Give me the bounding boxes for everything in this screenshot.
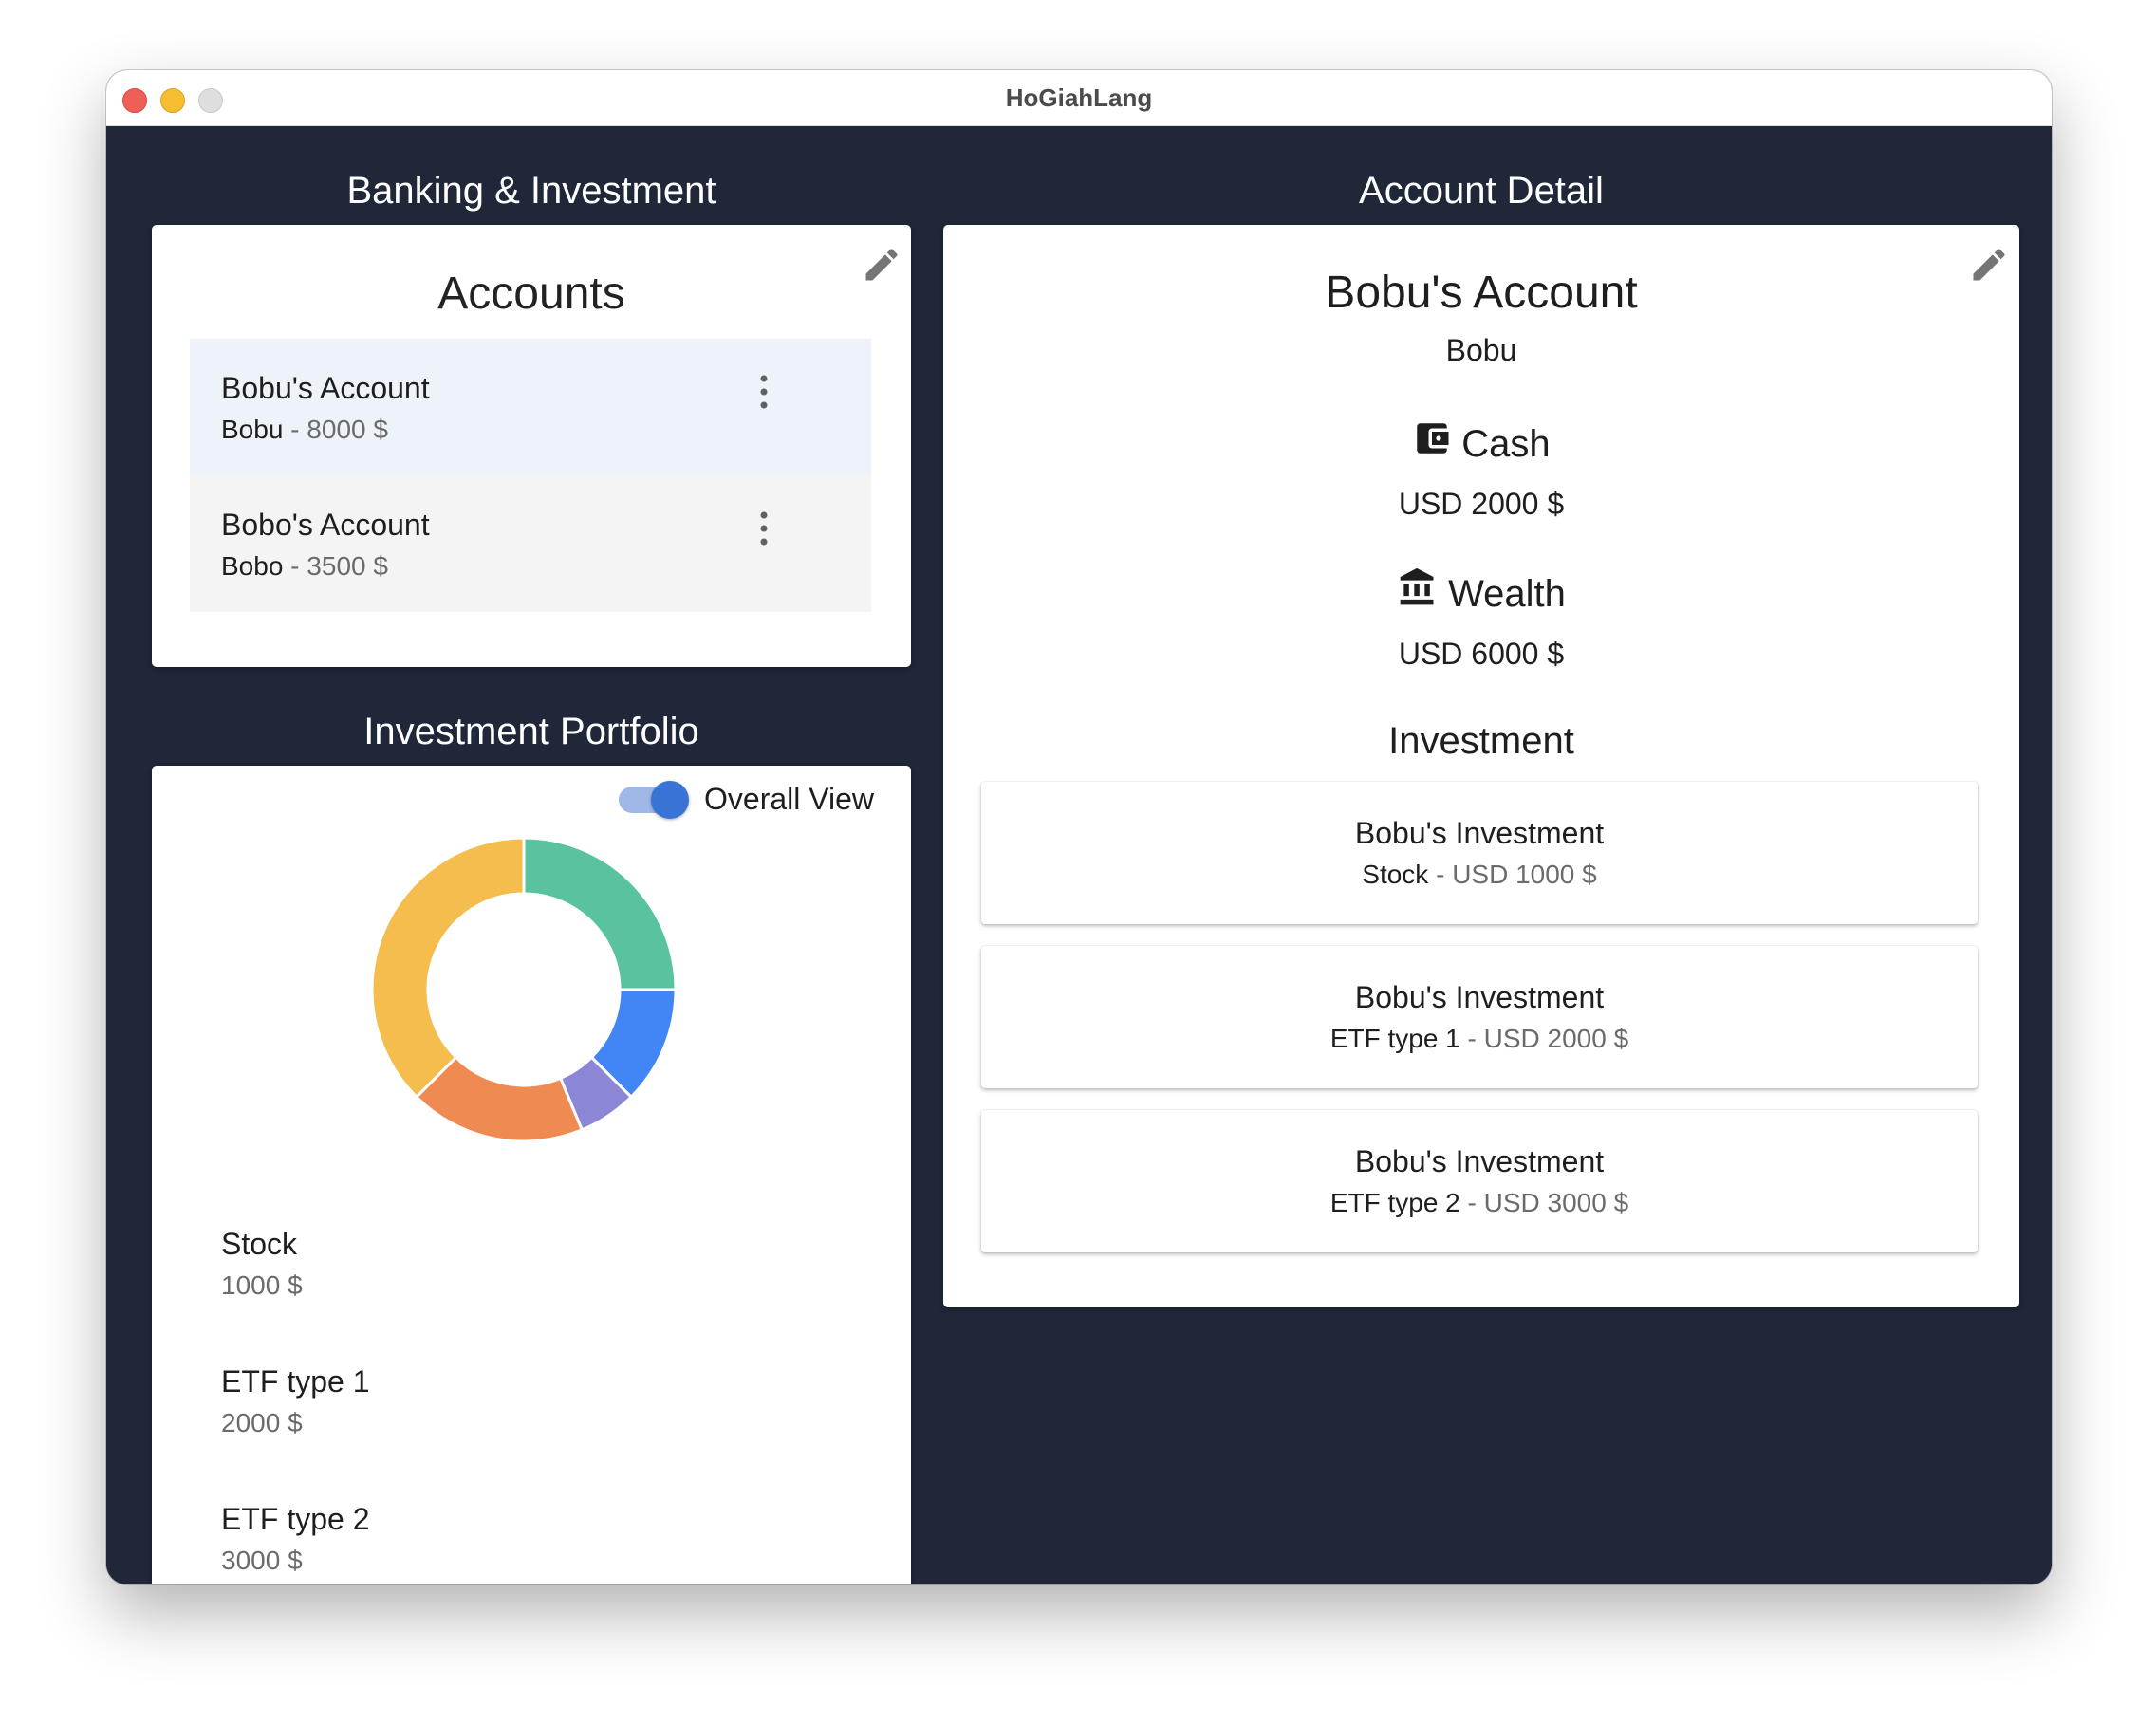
account-detail-section-title: Account Detail [1359,170,1604,212]
account-summary: Bobo - 3500 $ [221,551,388,582]
legend-item-value: 2000 $ [221,1408,303,1437]
account-list-item[interactable]: Bobu's Account Bobu - 8000 $ [190,339,871,475]
wealth-value: USD 6000 $ [1398,637,1565,671]
account-detail-card: Bobu's Account Bobu Cash USD 2000 $ Weal… [943,225,2019,1307]
investment-separator: - [1428,860,1453,889]
overall-view-label: Overall View [704,782,875,816]
more-vertical-icon[interactable] [750,373,778,411]
accounts-heading: Accounts [437,269,625,319]
more-vertical-icon[interactable] [750,509,778,547]
account-separator: - [283,551,307,581]
wealth-heading: Wealth [943,566,2019,616]
legend-item-name: ETF type 1 [221,1364,370,1399]
investment-separator: - [1459,1188,1484,1217]
cash-value: USD 2000 $ [1398,487,1565,521]
wealth-label: Wealth [1448,573,1566,615]
cash-heading: Cash [943,418,2019,466]
donut-slice[interactable] [522,836,678,991]
overall-view-toggle-thumb[interactable] [651,781,689,819]
account-owner: Bobu [221,415,284,444]
legend-item-value: 3000 $ [221,1546,303,1575]
account-list-item[interactable]: Bobo's Account Bobo - 3500 $ [190,475,871,612]
wallet-icon [1417,423,1449,454]
investment-summary: Stock - USD 1000 $ [981,860,1978,890]
accounts-card: Accounts Bobu's Account Bobu - 8000 $ Bo… [152,225,911,667]
investment-separator: - [1459,1024,1484,1053]
investment-amount: USD 2000 $ [1483,1024,1629,1053]
investment-amount: USD 1000 $ [1452,860,1597,889]
account-separator: - [283,415,307,444]
edit-accounts-pencil-icon[interactable] [861,244,902,286]
app-window: HoGiahLang Banking & Investment Accounts… [106,70,2052,1584]
portfolio-section-title: Investment Portfolio [363,711,699,752]
bank-icon [1400,567,1434,605]
investment-card[interactable]: Bobu's Investment ETF type 1 - USD 2000 … [981,946,1978,1088]
account-amount: 3500 $ [307,551,388,581]
investment-title: Bobu's Investment [1354,1144,1605,1178]
portfolio-donut-chart [370,836,678,1143]
account-name: Bobo's Account [221,508,430,542]
account-summary: Bobu - 8000 $ [221,415,388,445]
investment-amount: USD 3000 $ [1483,1188,1629,1217]
legend-item-name: Stock [221,1227,298,1261]
detail-account-name: Bobu's Account [1325,268,1638,318]
investment-title: Bobu's Investment [1354,816,1605,850]
window-title: HoGiahLang [1005,83,1153,112]
portfolio-card: Overall View Stock 1000 $ ETF type 1 200… [152,766,911,1584]
investment-card[interactable]: Bobu's Investment Stock - USD 1000 $ [981,782,1978,924]
app-content: Banking & Investment Accounts Bobu's Acc… [106,126,2052,1584]
account-amount: 8000 $ [307,415,388,444]
title-bar: HoGiahLang [106,70,2052,126]
cash-label: Cash [1461,423,1551,465]
account-name: Bobu's Account [221,371,430,405]
donut-slice[interactable] [370,836,526,1100]
legend-item-value: 1000 $ [221,1270,303,1300]
investment-type: ETF type 1 [1329,1024,1460,1053]
banking-section-title: Banking & Investment [346,170,716,212]
investment-type: ETF type 2 [1329,1188,1460,1217]
investment-heading: Investment [1388,720,1574,762]
investment-type: Stock [1362,860,1429,889]
account-owner: Bobo [221,551,284,581]
investment-title: Bobu's Investment [1354,980,1605,1014]
detail-account-owner: Bobu [1445,333,1517,367]
legend-item-name: ETF type 2 [221,1502,370,1536]
investment-summary: ETF type 1 - USD 2000 $ [981,1024,1978,1054]
investment-summary: ETF type 2 - USD 3000 $ [981,1188,1978,1218]
investment-card[interactable]: Bobu's Investment ETF type 2 - USD 3000 … [981,1110,1978,1252]
